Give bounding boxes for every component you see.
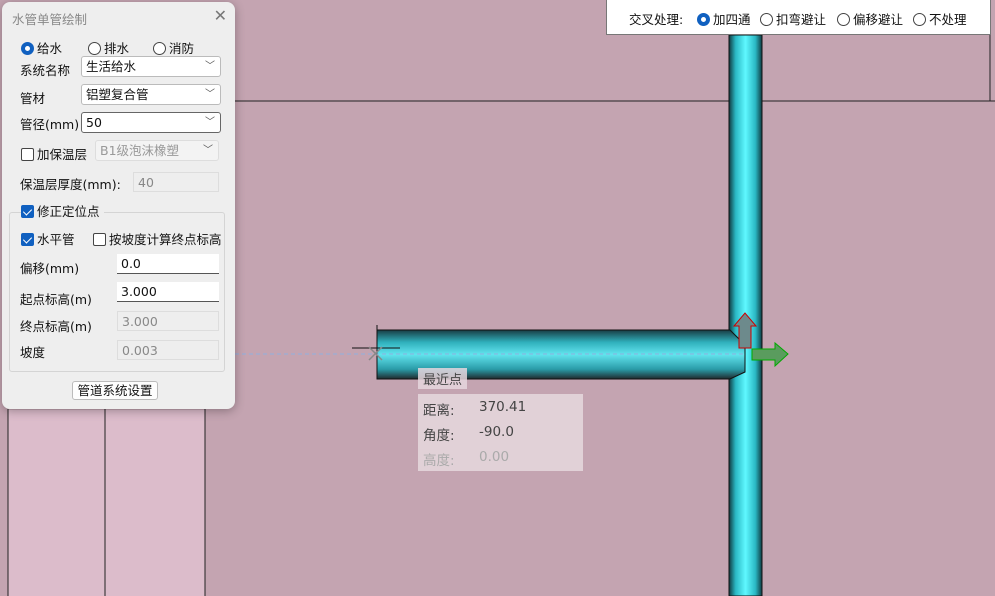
- material-select[interactable]: 铝塑复合管 ﹀: [81, 84, 221, 105]
- chevron-down-icon: ﹀: [205, 89, 215, 100]
- height-label: 高度:: [423, 453, 455, 469]
- insulation-checkbox[interactable]: 加保温层: [21, 144, 87, 163]
- slope-label: 坡度: [20, 345, 46, 360]
- system-select[interactable]: 生活给水 ﹀: [81, 56, 221, 77]
- radio-icon: [697, 13, 710, 26]
- offset-input[interactable]: 0.0: [117, 254, 219, 274]
- checkbox-icon: [93, 233, 106, 246]
- angle-label: 角度:: [423, 428, 455, 444]
- slope-calc-checkbox[interactable]: 按坡度计算终点标高: [93, 229, 222, 248]
- crossing-option-none[interactable]: 不处理: [913, 9, 967, 28]
- radio-drainage[interactable]: 排水: [88, 38, 129, 57]
- chevron-down-icon: ﹀: [203, 145, 213, 156]
- height-value: 0.00: [479, 449, 510, 465]
- horizontal-checkbox[interactable]: 水平管: [21, 229, 75, 248]
- checkbox-icon: [21, 233, 34, 246]
- crossing-option-bend[interactable]: 扣弯避让: [760, 9, 826, 28]
- diameter-label: 管径(mm): [20, 117, 80, 132]
- checkbox-icon: [21, 205, 34, 218]
- crossing-label: 交叉处理:: [629, 12, 684, 27]
- system-label: 系统名称: [20, 63, 71, 78]
- distance-label: 距离:: [423, 403, 455, 419]
- insulation-select[interactable]: B1级泡沫橡塑 ﹀: [95, 140, 219, 161]
- crossing-option-offset[interactable]: 偏移避让: [837, 9, 903, 28]
- chevron-down-icon: ﹀: [205, 117, 215, 128]
- fix-point-checkbox[interactable]: 修正定位点: [21, 201, 104, 220]
- start-elevation-input[interactable]: 3.000: [117, 282, 219, 302]
- snap-info-tooltip: 距离: 370.41 角度: -90.0 高度: 0.00: [418, 394, 583, 471]
- thickness-input[interactable]: 40: [133, 172, 219, 192]
- end-elevation-label: 终点标高(m): [20, 319, 92, 334]
- end-elevation-input[interactable]: 3.000: [117, 311, 219, 331]
- radio-icon: [760, 13, 773, 26]
- start-elevation-label: 起点标高(m): [20, 292, 92, 307]
- pink-region: [8, 410, 205, 596]
- checkbox-icon: [21, 148, 34, 161]
- pipe-system-settings-button[interactable]: 管道系统设置: [72, 381, 158, 400]
- distance-value: 370.41: [479, 399, 527, 415]
- thickness-label: 保温层厚度(mm):: [20, 177, 121, 192]
- snap-title: 最近点: [418, 368, 468, 389]
- radio-water-supply[interactable]: 给水: [21, 38, 62, 57]
- slope-input[interactable]: 0.003: [117, 340, 219, 360]
- radio-icon: [153, 42, 166, 55]
- crossing-option-add-cross[interactable]: 加四通: [697, 9, 751, 28]
- radio-icon: [837, 13, 850, 26]
- radio-icon: [88, 42, 101, 55]
- angle-value: -90.0: [479, 424, 514, 440]
- close-icon[interactable]: ✕: [214, 6, 227, 25]
- chevron-down-icon: ﹀: [205, 61, 215, 72]
- material-label: 管材: [20, 91, 46, 106]
- crossing-toolbar: 交叉处理: 加四通 扣弯避让 偏移避让 不处理: [606, 0, 991, 35]
- offset-label: 偏移(mm): [20, 261, 80, 276]
- diameter-select[interactable]: 50 ﹀: [81, 112, 221, 133]
- dialog-title: 水管单管绘制: [12, 12, 88, 27]
- radio-icon: [21, 42, 34, 55]
- pipe-draw-dialog: 水管单管绘制 ✕ 给水 排水 消防 系统名称 生活给水 ﹀ 管材 铝塑复合管 ﹀ 管…: [2, 2, 235, 409]
- radio-fire[interactable]: 消防: [153, 38, 194, 57]
- radio-icon: [913, 13, 926, 26]
